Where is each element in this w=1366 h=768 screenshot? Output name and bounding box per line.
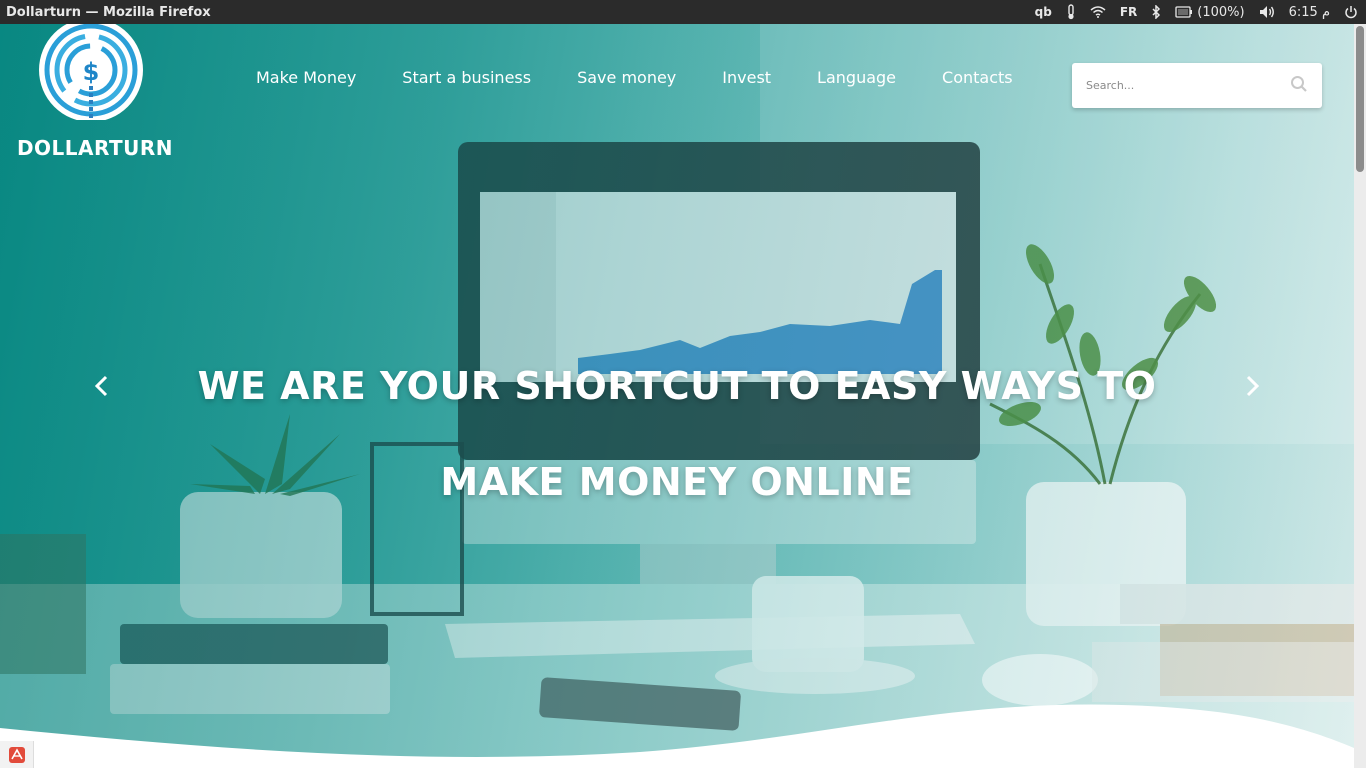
slider-prev-arrow-icon[interactable] <box>90 374 114 398</box>
bluetooth-icon[interactable] <box>1151 0 1161 24</box>
battery-percent: (100%) <box>1197 4 1245 20</box>
thermometer-icon[interactable] <box>1066 0 1076 24</box>
search-box <box>1072 63 1322 108</box>
search-input[interactable] <box>1086 79 1290 92</box>
slider-next-arrow-icon[interactable] <box>1240 374 1264 398</box>
extension-icon[interactable] <box>0 741 34 768</box>
hero-headline-line1: WE ARE YOUR SHORTCUT TO EASY WAYS TO <box>197 364 1157 408</box>
page-scrollbar[interactable] <box>1354 24 1366 768</box>
system-top-bar: Dollarturn — Mozilla Firefox qb FR (100%… <box>0 0 1366 24</box>
main-navigation: Make Money Start a business Save money I… <box>233 68 1036 87</box>
nav-invest[interactable]: Invest <box>699 68 794 87</box>
battery-icon <box>1175 6 1193 18</box>
nav-contacts[interactable]: Contacts <box>919 68 1036 87</box>
nav-save-money[interactable]: Save money <box>554 68 699 87</box>
volume-icon[interactable] <box>1259 0 1275 24</box>
qbittorrent-icon[interactable]: qb <box>1035 0 1052 24</box>
search-icon[interactable] <box>1290 75 1308 97</box>
brand-name[interactable]: DOLLARTURN <box>0 136 190 160</box>
battery-indicator[interactable]: (100%) <box>1175 0 1245 24</box>
svg-text:$: $ <box>83 58 100 86</box>
system-tray: qb FR (100%) 6:15 م <box>1035 0 1358 24</box>
nav-language[interactable]: Language <box>794 68 919 87</box>
clock[interactable]: 6:15 م <box>1289 0 1330 24</box>
window-title: Dollarturn — Mozilla Firefox <box>6 4 211 20</box>
power-icon[interactable] <box>1344 0 1358 24</box>
dollarturn-logo[interactable]: $ <box>36 24 146 120</box>
hero-bottom-wave <box>0 704 1354 768</box>
scrollbar-thumb[interactable] <box>1356 26 1364 172</box>
nav-start-a-business[interactable]: Start a business <box>379 68 554 87</box>
hero-banner: $ DOLLARTURN Make Money Start a business… <box>0 24 1354 768</box>
hero-headline-line2: MAKE MONEY ONLINE <box>440 460 914 504</box>
keyboard-layout-indicator[interactable]: FR <box>1120 0 1137 24</box>
wifi-icon[interactable] <box>1090 0 1106 24</box>
nav-make-money[interactable]: Make Money <box>233 68 379 87</box>
